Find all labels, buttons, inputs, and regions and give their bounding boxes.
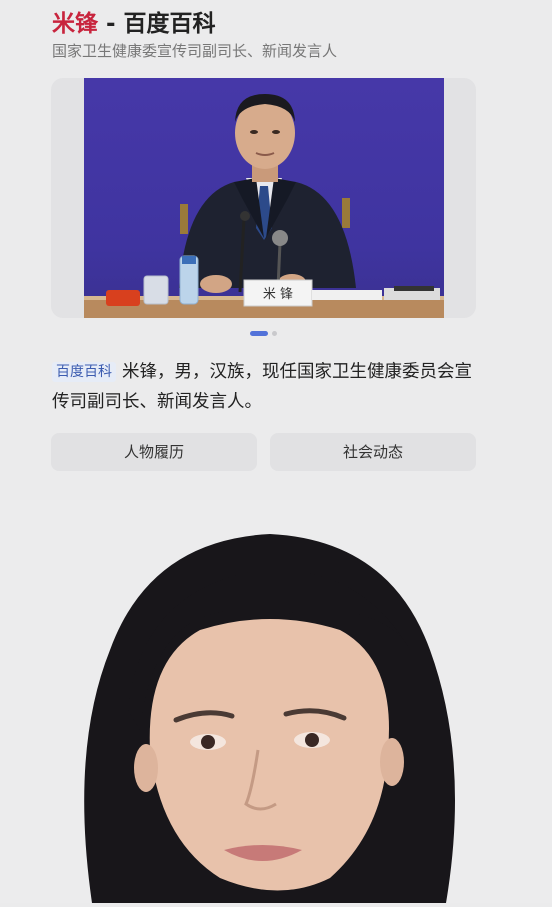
portrait-photo — [0, 500, 552, 903]
woman-portrait-image — [84, 534, 456, 903]
carousel-dot[interactable] — [272, 331, 277, 336]
abstract-text: 百度百科 米锋，男，汉族，现任国家卫生健康委员会宣传司副司长、新闻发言人。 — [52, 357, 482, 417]
result-title[interactable]: 米锋 - 百度百科 — [52, 4, 216, 38]
baike-result-card: 米锋 - 百度百科 国家卫生健康委宣传司副司长、新闻发言人 米 锋 百度百科 米… — [0, 0, 552, 500]
press-conference-image: 米 锋 — [84, 94, 444, 318]
title-source[interactable]: - 百度百科 — [98, 11, 216, 37]
news-button[interactable]: 社会动态 — [270, 433, 476, 471]
press-conference-photo[interactable]: 米 锋 — [84, 78, 444, 318]
title-name[interactable]: 米锋 — [52, 11, 98, 37]
result-subtitle: 国家卫生健康委宣传司副司长、新闻发言人 — [52, 42, 338, 60]
resume-button[interactable]: 人物履历 — [51, 433, 257, 471]
image-carousel[interactable]: 米 锋 — [51, 78, 476, 318]
carousel-dot-active[interactable] — [250, 331, 268, 336]
baike-tag[interactable]: 百度百科 — [52, 362, 116, 382]
nameplate-text: 米 锋 — [263, 287, 293, 302]
